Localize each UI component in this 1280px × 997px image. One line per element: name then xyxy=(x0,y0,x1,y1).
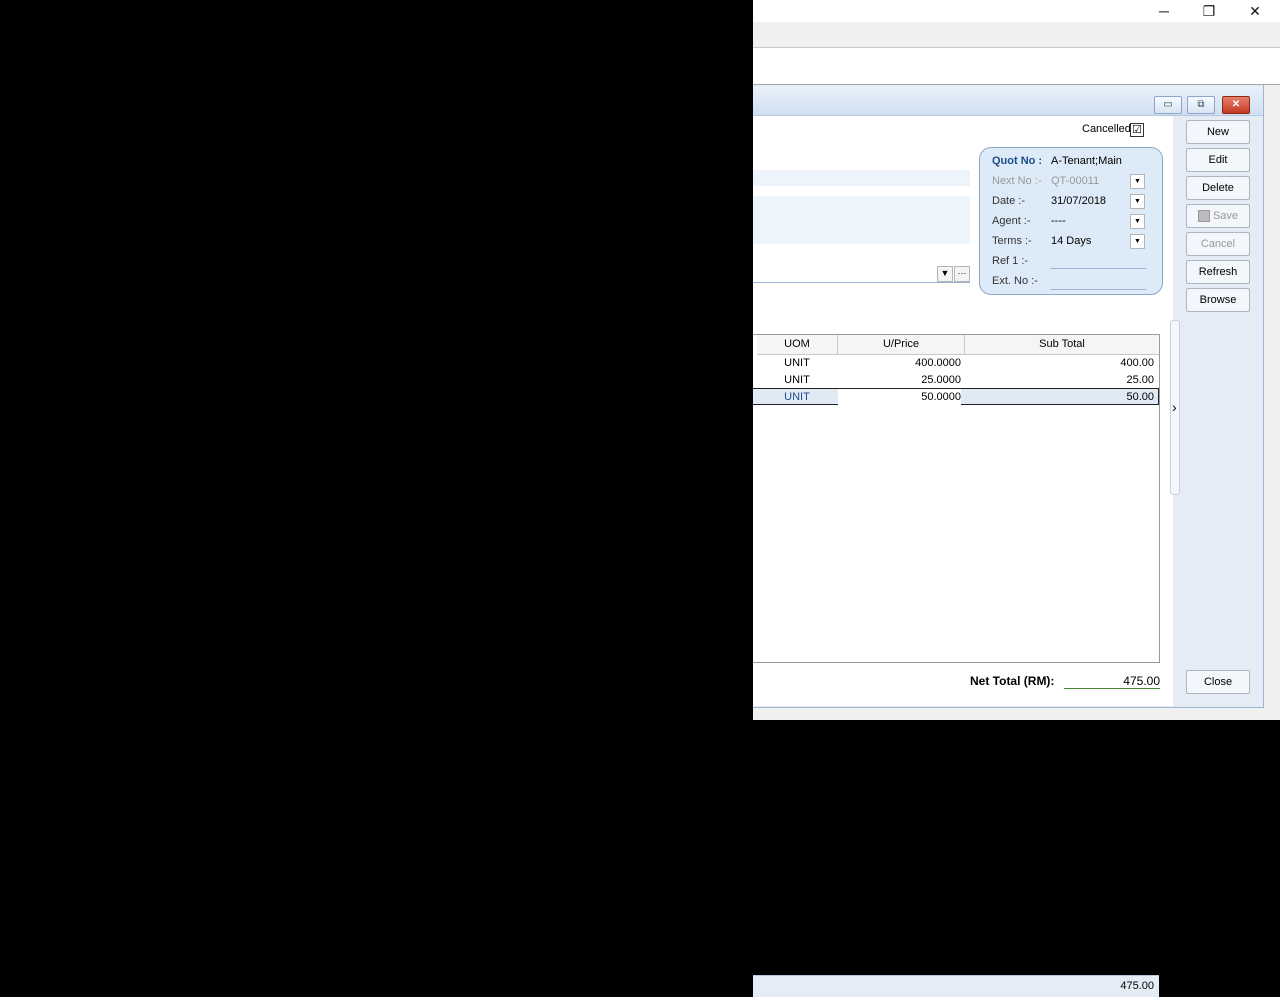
cancel-button[interactable]: Cancel xyxy=(1186,232,1250,256)
quot-no-label: Quot No : xyxy=(992,155,1043,167)
dropdown-icon[interactable]: ▼ xyxy=(937,266,953,282)
form-titlebar: ▭ ⧉ ✕ xyxy=(753,87,1263,116)
terms-field[interactable]: 14 Days xyxy=(1051,235,1091,247)
ext-no-field[interactable] xyxy=(1050,289,1146,290)
ref1-field[interactable] xyxy=(1050,268,1146,269)
net-total-label: Net Total (RM): xyxy=(970,674,1055,688)
delete-button[interactable]: Delete xyxy=(1186,176,1250,200)
scroll-right-icon[interactable]: › xyxy=(1172,399,1177,415)
save-icon xyxy=(1197,210,1210,223)
cancelled-checkbox[interactable]: ☑ xyxy=(1130,123,1144,137)
table-cell-uprice[interactable]: 400.0000 xyxy=(838,355,961,372)
table-cell-uprice[interactable]: 50.0000 xyxy=(838,389,961,406)
table-cell-uprice[interactable]: 25.0000 xyxy=(838,372,961,389)
form-restore-icon[interactable]: ⧉ xyxy=(1187,96,1215,114)
terms-label: Terms :- xyxy=(992,235,1032,247)
new-button[interactable]: New xyxy=(1186,120,1250,144)
document-header-panel: Quot No : A-Tenant;Main Next No :- QT-00… xyxy=(979,147,1163,295)
save-label: Save xyxy=(1212,210,1239,222)
table-cell-uom[interactable]: UNIT xyxy=(757,389,837,406)
date-dropdown-icon[interactable]: ▼ xyxy=(1130,194,1145,209)
close-button[interactable]: Close xyxy=(1186,670,1250,694)
refresh-button[interactable]: Refresh xyxy=(1186,260,1250,284)
column-header-uom[interactable]: UOM xyxy=(757,335,838,355)
window-titlebar: ─ ❐ ✕ xyxy=(753,0,1280,22)
table-cell-subtotal[interactable]: 25.00 xyxy=(965,372,1154,389)
date-label: Date :- xyxy=(992,195,1026,207)
agent-field[interactable]: ---- xyxy=(1051,215,1066,227)
form-minimize-icon[interactable]: ▭ xyxy=(1154,96,1182,114)
cancelled-label: Cancelled xyxy=(1082,123,1131,135)
table-cell-subtotal[interactable]: 400.00 xyxy=(965,355,1154,372)
date-field[interactable]: 31/07/2018 xyxy=(1051,195,1106,207)
table-cell-subtotal[interactable]: 50.00 xyxy=(965,389,1154,406)
column-header-uprice[interactable]: U/Price xyxy=(838,335,965,355)
close-icon[interactable]: ✕ xyxy=(1245,2,1265,20)
next-no-field[interactable]: QT-00011 xyxy=(1051,175,1099,187)
minimize-icon[interactable]: ─ xyxy=(1154,2,1174,20)
combo-underline xyxy=(753,282,970,283)
column-header-subtotal[interactable]: Sub Total xyxy=(965,335,1159,355)
edit-button[interactable]: Edit xyxy=(1186,148,1250,172)
ellipsis-icon[interactable]: ··· xyxy=(954,266,970,282)
footer-total: 475.00 xyxy=(1120,980,1154,992)
form-close-icon[interactable]: ✕ xyxy=(1222,96,1250,114)
detail-grid: UOM U/Price Sub Total UNIT 400.0000 400.… xyxy=(753,334,1160,997)
table-cell-uom[interactable]: UNIT xyxy=(757,372,837,389)
ref1-label: Ref 1 :- xyxy=(992,255,1029,267)
table-cell-uom[interactable]: UNIT xyxy=(757,355,837,372)
grid-footer: 475.00 xyxy=(753,975,1159,997)
browse-button[interactable]: Browse xyxy=(1186,288,1250,312)
agent-label: Agent :- xyxy=(992,215,1031,227)
ext-no-label: Ext. No :- xyxy=(992,275,1038,287)
quot-no-value: A-Tenant;Main xyxy=(1051,155,1122,167)
maximize-icon[interactable]: ❐ xyxy=(1199,2,1219,20)
next-no-label: Next No :- xyxy=(992,175,1042,187)
net-total-value: 475.00 xyxy=(1064,674,1160,689)
toolbar-strip xyxy=(753,47,1280,85)
address-memo[interactable] xyxy=(753,196,970,244)
agent-dropdown-icon[interactable]: ▼ xyxy=(1130,214,1145,229)
save-button[interactable]: Save xyxy=(1186,204,1250,228)
address-field[interactable] xyxy=(753,170,970,186)
next-no-dropdown-icon[interactable]: ▼ xyxy=(1130,174,1145,189)
terms-dropdown-icon[interactable]: ▼ xyxy=(1130,234,1145,249)
